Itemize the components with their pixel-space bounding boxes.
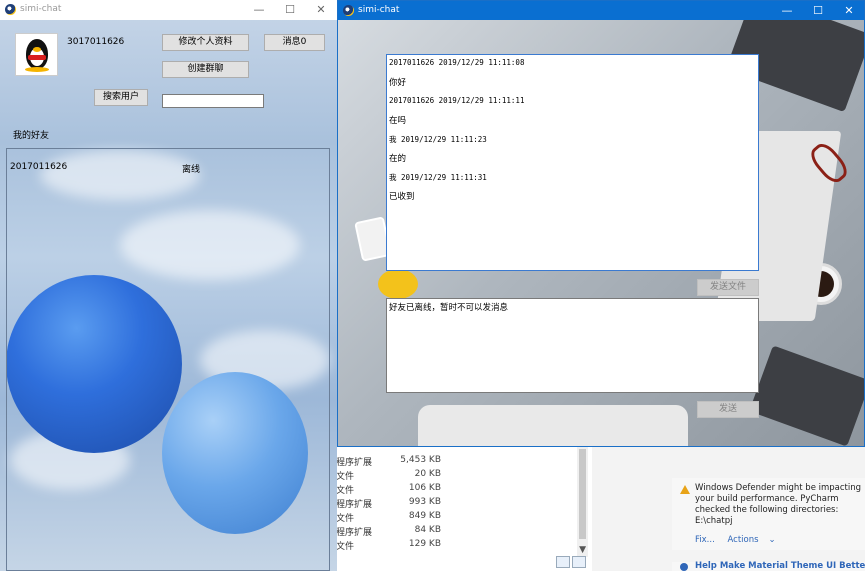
main-window: simi-chat — ☐ ✕ 3017011626 修改个人资料 消息0 创建… bbox=[0, 0, 337, 571]
notification-title[interactable]: Help Make Material Theme UI Better bbox=[695, 561, 865, 571]
create-group-button[interactable]: 创建群聊 bbox=[162, 61, 249, 78]
list-item[interactable]: 2017011626 离线 bbox=[10, 162, 328, 175]
desktop: 程序扩展 5,453 KB 文件 20 KB 文件 106 KB 程序扩展 99… bbox=[0, 0, 865, 571]
scrollbar-thumb[interactable] bbox=[579, 449, 586, 539]
file-explorer-window: 程序扩展 5,453 KB 文件 20 KB 文件 106 KB 程序扩展 99… bbox=[330, 445, 592, 571]
message-meta: 2017011626 2019/12/29 11:11:11 bbox=[389, 96, 525, 105]
file-size: 5,453 KB bbox=[400, 455, 441, 465]
friend-name: 2017011626 bbox=[10, 162, 68, 172]
fix-link[interactable]: Fix... bbox=[695, 535, 715, 545]
friend-status: 离线 bbox=[182, 165, 201, 175]
defender-notification: Windows Defender might be impacting your… bbox=[672, 478, 865, 550]
keyboard-decoration bbox=[749, 345, 864, 446]
message-text: 已收到 bbox=[389, 192, 415, 202]
message-meta: 我 2019/12/29 11:11:31 bbox=[389, 173, 487, 182]
user-id-label: 3017011626 bbox=[67, 37, 125, 47]
monitor-decoration bbox=[418, 405, 688, 446]
message-history[interactable]: 2017011626 2019/12/29 11:11:08 你好 201701… bbox=[386, 54, 759, 271]
actions-link-label: Actions bbox=[727, 535, 759, 545]
notification-text: Windows Defender might be impacting your… bbox=[695, 483, 862, 515]
chat-window: simi-chat — ☐ ✕ 2017011626 2019/12/29 11… bbox=[337, 0, 865, 447]
chevron-down-icon: ⌄ bbox=[768, 535, 776, 545]
file-type: 文件 bbox=[336, 542, 355, 552]
file-type: 文件 bbox=[336, 472, 355, 482]
message-meta: 2017011626 2019/12/29 11:11:08 bbox=[389, 58, 525, 67]
maximize-icon[interactable]: ☐ bbox=[275, 0, 305, 20]
file-row[interactable]: 程序扩展 5,453 KB bbox=[336, 455, 576, 469]
sunflower-decoration bbox=[378, 269, 418, 299]
message-meta: 我 2019/12/29 11:11:23 bbox=[389, 135, 487, 144]
explorer-scrollbar[interactable] bbox=[577, 447, 588, 557]
file-size: 20 KB bbox=[414, 469, 441, 479]
edit-profile-button[interactable]: 修改个人资料 bbox=[162, 34, 249, 51]
send-button[interactable]: 发送 bbox=[697, 401, 759, 418]
friend-list: 2017011626 离线 bbox=[6, 148, 330, 571]
send-file-button[interactable]: 发送文件 bbox=[697, 279, 759, 296]
message-text: 在吗 bbox=[389, 116, 407, 126]
app-icon bbox=[5, 4, 16, 15]
file-size: 849 KB bbox=[408, 511, 441, 521]
message-text: 在的 bbox=[389, 154, 407, 164]
maximize-icon[interactable]: ☐ bbox=[803, 1, 833, 20]
file-row[interactable]: 文件 106 KB bbox=[336, 483, 576, 497]
penguin-scarf bbox=[28, 55, 46, 60]
file-row[interactable]: 文件 849 KB bbox=[336, 511, 576, 525]
close-icon[interactable]: ✕ bbox=[834, 1, 864, 20]
message-input-text: 好友已离线，暂时不可以发消息 bbox=[389, 303, 509, 313]
window-title: simi-chat bbox=[358, 5, 400, 15]
search-input[interactable] bbox=[162, 94, 264, 108]
minimize-icon[interactable]: — bbox=[772, 1, 802, 20]
message-input[interactable]: 好友已离线，暂时不可以发消息 bbox=[386, 298, 759, 393]
file-size: 106 KB bbox=[408, 483, 441, 493]
main-titlebar[interactable]: simi-chat — ☐ ✕ bbox=[0, 0, 337, 20]
messages-button[interactable]: 消息0 bbox=[264, 34, 325, 51]
notification-path: E:\chatpj bbox=[695, 516, 733, 526]
avatar[interactable] bbox=[15, 33, 58, 76]
close-icon[interactable]: ✕ bbox=[306, 0, 336, 20]
file-size: 129 KB bbox=[408, 539, 441, 549]
message-text: 你好 bbox=[389, 78, 407, 88]
friends-heading: 我的好友 bbox=[13, 131, 50, 141]
chat-titlebar[interactable]: simi-chat — ☐ ✕ bbox=[338, 1, 864, 20]
minimize-icon[interactable]: — bbox=[244, 0, 274, 20]
file-size: 84 KB bbox=[414, 525, 441, 535]
warning-icon bbox=[680, 485, 690, 494]
search-users-button[interactable]: 搜索用户 bbox=[94, 89, 148, 106]
material-theme-notification: Help Make Material Theme UI Better bbox=[672, 561, 865, 571]
penguin-feet bbox=[25, 67, 49, 72]
large-icons-view-icon[interactable] bbox=[572, 556, 586, 568]
file-row[interactable]: 文件 129 KB bbox=[336, 539, 576, 553]
file-size: 993 KB bbox=[408, 497, 441, 507]
file-row[interactable]: 程序扩展 993 KB bbox=[336, 497, 576, 511]
app-icon bbox=[343, 5, 354, 16]
details-view-icon[interactable] bbox=[556, 556, 570, 568]
file-type: 文件 bbox=[336, 486, 355, 496]
scroll-down-icon[interactable]: ▼ bbox=[579, 545, 586, 555]
actions-link[interactable]: Actions ⌄ bbox=[727, 535, 785, 545]
file-row[interactable]: 程序扩展 84 KB bbox=[336, 525, 576, 539]
file-type: 文件 bbox=[336, 514, 355, 524]
penguin-beak bbox=[33, 47, 41, 52]
window-title: simi-chat bbox=[20, 4, 62, 14]
info-icon bbox=[680, 563, 688, 571]
file-row[interactable]: 文件 20 KB bbox=[336, 469, 576, 483]
